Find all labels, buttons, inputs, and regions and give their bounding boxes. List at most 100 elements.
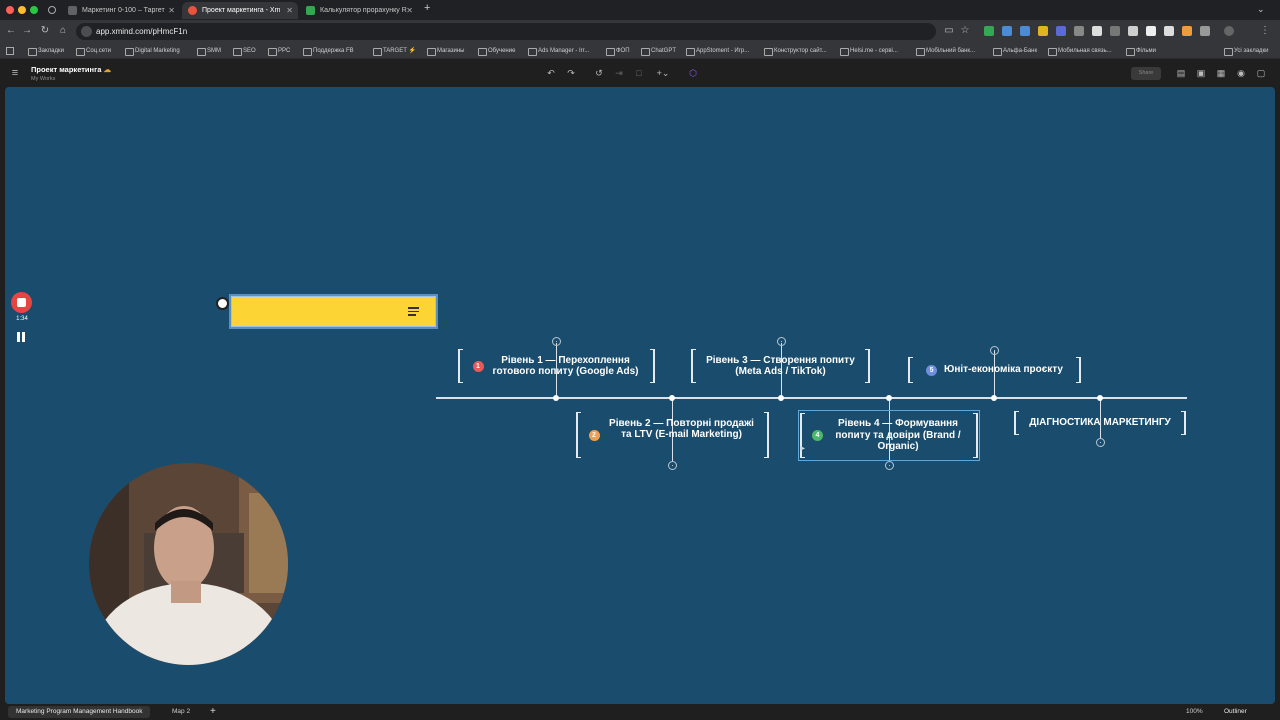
bookmark-item[interactable]: Альфа-Банк [993,43,1037,59]
minimize-window-button[interactable] [18,6,26,14]
bracket-right [865,349,870,383]
format-panel-icon[interactable]: ▦ [1214,67,1228,79]
share-button[interactable]: Share [1131,67,1161,80]
cast-icon[interactable]: ▭ [942,24,956,38]
topic-level-2[interactable]: 2 Рівень 2 — Повторні продажі та LTV (E-… [576,412,769,458]
browser-menu-icon[interactable]: ⋮ [1258,24,1272,38]
add-sheet-button[interactable]: + [202,706,224,718]
zoom-level-dropdown[interactable]: 100% [1178,706,1211,718]
topic-marketing-diagnostics[interactable]: ДІАГНОСТИКА МАРКЕТИНГУ [1014,411,1186,435]
theme-icon[interactable]: ◉ [1234,67,1248,79]
topic-unit-economics[interactable]: 5 Юніт-економіка проєкту [908,357,1081,383]
bookmark-item[interactable]: AppStoment - Игр... [686,43,749,59]
extension-icon[interactable] [1128,26,1138,36]
extension-icon[interactable] [1056,26,1066,36]
browser-tab-active[interactable]: Проект маркетинга - Xm ✕ [182,2,298,19]
browser-tab[interactable]: Маркетинг 0-100 – Таргет ✕ [62,2,180,19]
bookmark-item[interactable]: Обучение [478,43,515,59]
tab-close-icon[interactable]: ✕ [406,2,413,19]
bookmark-item[interactable]: Digital Marketing [125,43,180,59]
bookmark-star-icon[interactable]: ☆ [958,24,972,38]
topic-level-1[interactable]: 1 Рівень 1 — Перехоплення готового попит… [458,349,655,383]
timeline-dot [553,395,559,401]
document-title[interactable]: Проект маркетинга [31,65,101,74]
timeline-line [436,397,1187,399]
sheet-tab[interactable]: Map 2 [164,706,198,718]
reload-icon[interactable]: ↻ [38,24,52,38]
apps-grid-icon[interactable] [6,47,14,55]
bookmark-item[interactable]: Магазины [427,43,464,59]
undo-icon[interactable]: ↶ [544,67,558,79]
bookmark-item[interactable]: Поддержка FB [303,43,354,59]
site-info-icon[interactable] [81,26,92,37]
url-bar[interactable]: app.xmind.com/pHmcF1n [76,23,936,40]
bookmark-item[interactable]: TARGET ⚡ [373,43,416,59]
bookmark-item[interactable]: Закладки [28,43,64,59]
redo-icon[interactable]: ↷ [564,67,578,79]
bracket-left [458,349,463,383]
profile-avatar[interactable] [1224,26,1234,36]
extension-icon[interactable] [1110,26,1120,36]
tab-close-icon[interactable]: ✕ [286,2,293,19]
relationship-icon[interactable]: ⇥ [612,67,626,79]
all-bookmarks-folder[interactable]: Усі закладки [1224,43,1269,59]
stop-recording-button[interactable] [11,292,32,313]
new-tab-button[interactable]: + [424,2,430,14]
extension-icon[interactable] [1002,26,1012,36]
tab-search-icon[interactable] [48,6,56,14]
bookmark-item[interactable]: Helsi.me - серві... [840,43,898,59]
sheet-tab-active[interactable]: Marketing Program Management Handbook [8,706,151,718]
extensions-puzzle-icon[interactable] [1200,26,1210,36]
recording-timer: 1:34 [16,316,28,322]
back-arrow-icon[interactable]: ← [4,24,18,38]
topic-level-4-selected[interactable]: 4 Рівень 4 — Формування попиту та довіри… [798,410,980,461]
ai-assist-icon[interactable]: ⬡ [686,67,700,79]
browser-tab[interactable]: Калькулятор прорахунку R ✕ [300,2,418,19]
bracket-right [1076,357,1081,383]
bookmark-item[interactable]: Конструктор сайт... [764,43,827,59]
extension-icon[interactable] [1074,26,1084,36]
extension-icon[interactable] [1038,26,1048,36]
bookmark-item[interactable]: PPC [268,43,290,59]
topic-label: Рівень 3 — Створення попиту (Meta Ads / … [706,354,855,378]
bookmark-item[interactable]: Мобільний банк... [916,43,975,59]
bookmark-item[interactable]: ChatGPT [641,43,676,59]
pause-icon[interactable] [17,332,26,342]
mouse-cursor-icon: ▸ [800,443,806,454]
forward-arrow-icon[interactable]: → [20,24,34,38]
pitch-mode-icon[interactable]: ▣ [1194,67,1208,79]
tab-list-chevron-icon[interactable]: ⌄ [1257,4,1265,15]
extension-icon[interactable] [984,26,994,36]
comments-icon[interactable]: ▢ [1254,67,1268,79]
extension-icon[interactable] [1146,26,1156,36]
extension-icon[interactable] [1182,26,1192,36]
tab-close-icon[interactable]: ✕ [168,2,175,19]
outline-view-icon[interactable]: ▤ [1174,67,1188,79]
bookmark-item[interactable]: Фільми [1126,43,1156,59]
central-topic[interactable] [231,296,436,327]
bracket-right [1181,411,1186,435]
notes-icon[interactable] [408,307,419,316]
bookmark-item[interactable]: Мобильная связь... [1048,43,1112,59]
bookmark-item[interactable]: SEO [233,43,256,59]
bookmark-item[interactable]: ФОП [606,43,630,59]
bookmark-item[interactable]: SMM [197,43,221,59]
close-window-button[interactable] [6,6,14,14]
tab-title: Маркетинг 0-100 – Таргет [82,7,165,14]
bookmark-item[interactable]: Ads Manager - Irr... [528,43,589,59]
insert-topic-icon[interactable]: +⌄ [654,67,672,79]
extension-icon[interactable] [1020,26,1030,36]
format-painter-icon[interactable]: ↺ [592,67,606,79]
document-folder[interactable]: My Works [31,76,55,82]
extension-icon[interactable] [1092,26,1102,36]
collapse-handle-icon[interactable] [216,297,229,310]
home-icon[interactable]: ⌂ [56,24,70,38]
browser-tab-bar: Маркетинг 0-100 – Таргет ✕ Проект маркет… [0,0,1280,20]
hamburger-menu-icon[interactable]: ≡ [8,67,22,79]
topic-level-3[interactable]: Рівень 3 — Створення попиту (Meta Ads / … [691,349,870,383]
maximize-window-button[interactable] [30,6,38,14]
outliner-toggle[interactable]: Outliner [1216,706,1255,718]
bookmark-item[interactable]: Соц.сети [76,43,111,59]
extension-icon[interactable] [1164,26,1174,36]
boundary-icon[interactable]: □ [632,67,646,79]
